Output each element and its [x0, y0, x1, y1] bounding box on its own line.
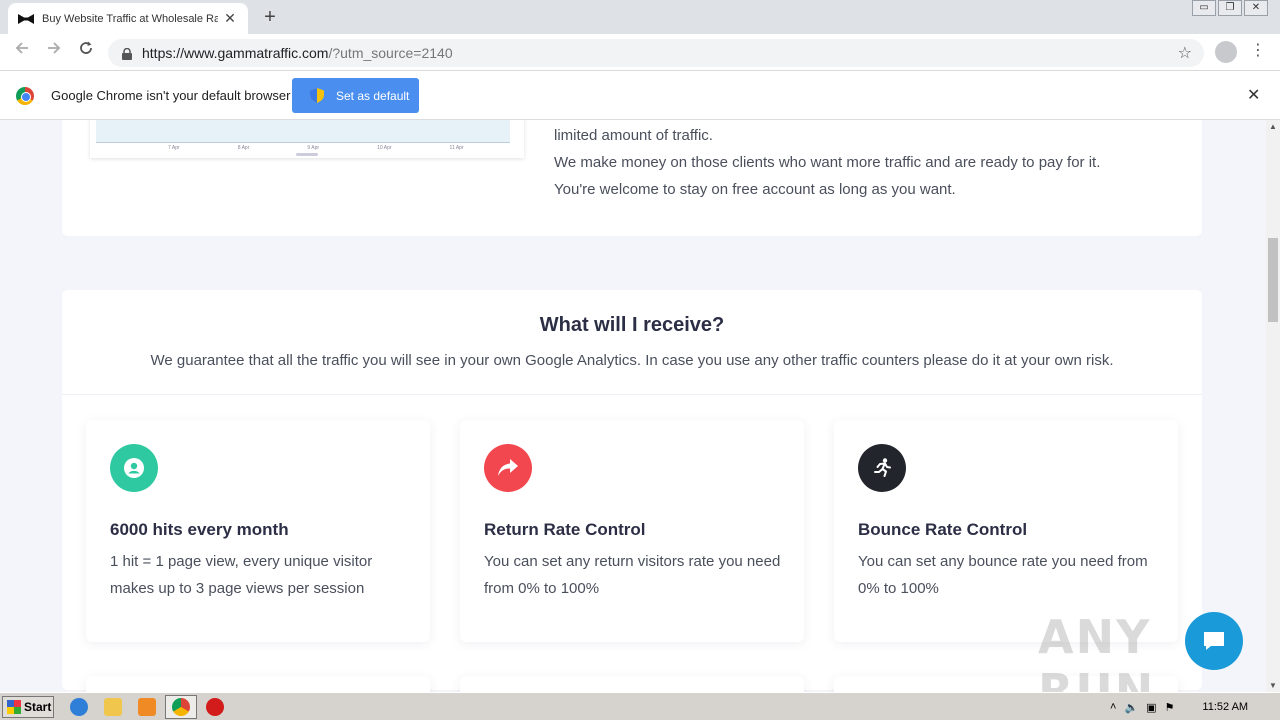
set-as-default-button[interactable]: Set as default: [292, 78, 419, 113]
free-account-text: limited amount of traffic. We make money…: [554, 122, 1174, 203]
tray-expand-icon[interactable]: ˄: [1110, 701, 1116, 713]
set-as-default-label: Set as default: [336, 88, 410, 103]
bookmark-star-icon[interactable]: ☆: [1178, 43, 1192, 63]
back-arrow-icon[interactable]: [10, 40, 34, 64]
chrome-menu-icon[interactable]: ⋮: [1250, 40, 1266, 60]
default-browser-infobar: Google Chrome isn't your default browser…: [0, 71, 1280, 120]
feature-description: 1 hit = 1 page view, every unique visito…: [110, 553, 373, 597]
folder-icon[interactable]: [104, 698, 122, 716]
chat-widget-button[interactable]: [1185, 612, 1243, 670]
network-icon[interactable]: ▣: [1146, 701, 1156, 714]
chart-area: [96, 120, 510, 143]
profile-avatar-icon[interactable]: [1215, 41, 1237, 63]
section-subheading: We guarantee that all the traffic you wi…: [150, 352, 1114, 369]
feature-title: Bounce Rate Control: [858, 520, 1028, 539]
lock-icon: [122, 47, 132, 60]
user-icon: [110, 444, 158, 492]
scrollbar-thumb[interactable]: [1268, 238, 1278, 322]
what-will-i-receive-card: What will I receive? We guarantee that a…: [62, 290, 1202, 690]
chart-tick: 11 Apr: [449, 145, 464, 151]
share-arrow-icon: [484, 444, 532, 492]
chrome-taskbar-icon[interactable]: [172, 698, 190, 716]
free-account-card: 7 Apr 8 Apr 9 Apr 10 Apr 11 Apr limited …: [62, 120, 1202, 236]
action-center-flag-icon[interactable]: ⚑: [1165, 701, 1175, 714]
feature-description: You can set any return visitors rate you…: [484, 553, 781, 597]
tab-title: Buy Website Traffic at Wholesale Ra: [42, 12, 218, 25]
windows-logo-icon: [7, 700, 21, 714]
page-viewport: 7 Apr 8 Apr 9 Apr 10 Apr 11 Apr limited …: [0, 120, 1266, 692]
stop-icon[interactable]: [206, 698, 224, 716]
restore-button[interactable]: ❐: [1218, 0, 1242, 16]
scroll-down-icon[interactable]: ▼: [1269, 681, 1277, 690]
feature-title: Return Rate Control: [484, 520, 646, 539]
runner-icon: [858, 444, 906, 492]
start-button[interactable]: Start: [2, 696, 54, 718]
chrome-logo-icon: [16, 87, 34, 105]
tab-close-icon[interactable]: ✕: [222, 10, 238, 27]
analytics-chart-image: 7 Apr 8 Apr 9 Apr 10 Apr 11 Apr: [90, 120, 524, 158]
chart-tick: 9 Apr: [307, 145, 320, 151]
shield-icon: [310, 88, 324, 103]
chart-scroll-handle[interactable]: [296, 153, 318, 156]
feature-description: You can set any bounce rate you need fro…: [858, 553, 1148, 597]
feature-card-next-row: [86, 676, 430, 692]
chart-ticks: 7 Apr 8 Apr 9 Apr 10 Apr 11 Apr: [168, 145, 464, 151]
feature-title: 6000 hits every month: [110, 520, 289, 539]
infobar-message: Google Chrome isn't your default browser: [51, 88, 291, 103]
chart-tick: 7 Apr: [168, 145, 180, 151]
browser-titlebar: Buy Website Traffic at Wholesale Ra ✕ + …: [0, 0, 1280, 34]
section-divider: [62, 394, 1202, 395]
address-bar[interactable]: https://www.gammatraffic.com/?utm_source…: [108, 39, 1204, 67]
chart-tick: 8 Apr: [237, 145, 250, 151]
clock[interactable]: 11:52 AM: [1202, 701, 1248, 713]
chat-icon: [1204, 632, 1224, 650]
chart-tick: 10 Apr: [377, 145, 392, 151]
feature-card-bounce-rate: Bounce Rate Control You can set any boun…: [834, 420, 1178, 642]
volume-icon[interactable]: 🔈: [1124, 701, 1138, 714]
media-player-icon[interactable]: [138, 698, 156, 716]
feature-card-return-rate: Return Rate Control You can set any retu…: [460, 420, 804, 642]
feature-card-next-row: [460, 676, 804, 692]
minimize-button[interactable]: ▭: [1192, 0, 1216, 16]
feature-card-hits: 6000 hits every month 1 hit = 1 page vie…: [86, 420, 430, 642]
section-heading: What will I receive?: [539, 314, 725, 336]
window-close-button[interactable]: ✕: [1244, 0, 1268, 16]
browser-toolbar: https://www.gammatraffic.com/?utm_source…: [0, 34, 1280, 71]
system-tray: ˄ 🔈 ▣ ⚑ 11:52 AM: [1104, 695, 1280, 719]
infobar-close-icon[interactable]: ✕: [1247, 85, 1260, 105]
window-controls: ▭ ❐ ✕: [1192, 0, 1268, 16]
bowtie-icon: [18, 13, 34, 24]
free-text-line: limited amount of traffic.: [554, 127, 713, 144]
start-label: Start: [24, 700, 52, 714]
free-text-line: We make money on those clients who want …: [554, 154, 1101, 171]
scroll-up-icon[interactable]: ▲: [1269, 122, 1277, 131]
url-text: https://www.gammatraffic.com/?utm_source…: [142, 45, 453, 61]
forward-arrow-icon[interactable]: [42, 40, 66, 64]
internet-explorer-icon[interactable]: [70, 698, 88, 716]
new-tab-button[interactable]: +: [258, 6, 282, 30]
browser-tab[interactable]: Buy Website Traffic at Wholesale Ra ✕: [8, 3, 248, 34]
reload-icon[interactable]: [74, 40, 98, 64]
page-scrollbar[interactable]: ▲ ▼: [1266, 120, 1280, 692]
free-text-line: You're welcome to stay on free account a…: [554, 181, 956, 198]
windows-taskbar: Start ˄ 🔈 ▣ ⚑ 11:52 AM: [0, 692, 1280, 720]
